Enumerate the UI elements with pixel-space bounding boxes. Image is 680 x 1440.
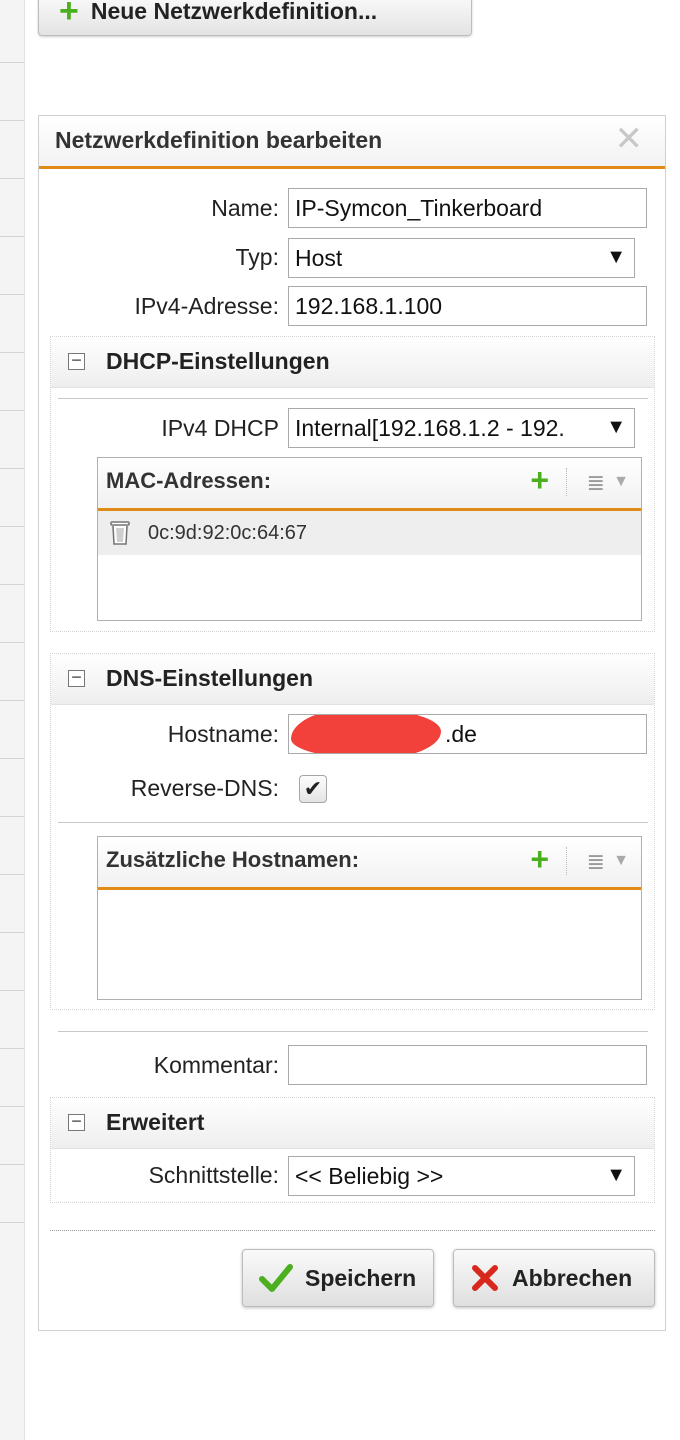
mac-addresses-title: MAC-Adressen: (106, 468, 272, 493)
reverse-dns-label: Reverse-DNS: (130, 775, 279, 801)
ipv4-dhcp-label: IPv4 DHCP (161, 415, 279, 441)
checkmark-icon: ✔ (303, 776, 323, 801)
dns-settings-header[interactable]: − DNS-Einstellungen (51, 654, 654, 705)
collapse-icon[interactable]: − (68, 1112, 85, 1131)
comment-input[interactable] (288, 1045, 647, 1085)
footer-divider (50, 1230, 655, 1231)
divider (58, 1031, 648, 1032)
dropdown-arrow-icon: ▼ (602, 416, 626, 439)
interface-select-value: << Beliebig >> (295, 1162, 444, 1189)
ipv4-address-input[interactable]: 192.168.1.100 (288, 286, 647, 326)
additional-hostnames-grid-header: Zusätzliche Hostnamen: + ≣ ▼ (98, 837, 641, 890)
additional-hostnames-title: Zusätzliche Hostnamen: (106, 847, 360, 872)
interface-select[interactable]: << Beliebig >> ▼ (288, 1156, 635, 1196)
type-label: Typ: (235, 244, 279, 270)
hostname-value: .de (445, 720, 477, 747)
dropdown-arrow-icon: ▼ (606, 1164, 626, 1186)
collapse-icon[interactable]: − (68, 351, 85, 370)
chevron-down-icon[interactable]: ▼ (613, 852, 629, 870)
background-list-gutter (0, 0, 25, 1440)
cancel-button[interactable]: Abbrechen (453, 1249, 655, 1307)
chevron-down-icon[interactable]: ▼ (613, 473, 629, 491)
redaction-mark (291, 715, 441, 753)
dialog-title: Netzwerkdefinition bearbeiten (55, 127, 383, 153)
mac-addresses-grid-header: MAC-Adressen: + ≣ ▼ (98, 458, 641, 511)
ipv4-address-label: IPv4-Adresse: (134, 293, 279, 319)
interface-label: Schnittstelle: (148, 1162, 279, 1188)
plus-icon: + (59, 0, 79, 30)
dhcp-settings-header[interactable]: − DHCP-Einstellungen (51, 337, 654, 388)
checkmark-icon (259, 1263, 293, 1293)
advanced-header[interactable]: − Erweitert (51, 1098, 654, 1149)
name-input[interactable]: IP-Symcon_Tinkerboard (288, 188, 647, 228)
new-network-definition-label: Neue Netzwerkdefinition... (90, 0, 378, 24)
type-select[interactable]: Host ▼ (288, 238, 635, 278)
reverse-dns-checkbox[interactable]: ✔ (299, 775, 327, 803)
hostname-input[interactable]: .de (288, 714, 647, 754)
name-label: Name: (211, 195, 279, 221)
dialog-header: Netzwerkdefinition bearbeiten ✕ (39, 116, 665, 169)
save-button[interactable]: Speichern (242, 1249, 434, 1307)
list-item[interactable]: 0c:9d:92:0c:64:67 (98, 511, 641, 555)
divider (58, 398, 648, 399)
ipv4-dhcp-select[interactable]: Internal[192.168.1.2 - 192. ▼ (288, 408, 635, 448)
trash-icon[interactable] (110, 520, 130, 546)
divider (58, 822, 648, 823)
close-icon (470, 1263, 500, 1293)
list-menu-icon[interactable]: ≣ (587, 470, 605, 496)
hostname-label: Hostname: (167, 721, 279, 747)
toolbar-separator (566, 847, 567, 875)
add-icon[interactable]: + (530, 462, 549, 499)
new-network-definition-button[interactable]: + Neue Netzwerkdefinition... (38, 0, 472, 36)
ipv4-dhcp-select-value: Internal[192.168.1.2 - 192. (295, 414, 565, 441)
type-select-value: Host (295, 244, 343, 271)
advanced-title: Erweitert (106, 1109, 205, 1135)
dns-settings-title: DNS-Einstellungen (106, 665, 314, 691)
collapse-icon[interactable]: − (68, 668, 85, 687)
add-icon[interactable]: + (530, 841, 549, 878)
list-menu-icon[interactable]: ≣ (587, 849, 605, 875)
save-label: Speichern (305, 1264, 417, 1291)
dropdown-arrow-icon: ▼ (606, 246, 626, 268)
comment-label: Kommentar: (153, 1052, 279, 1078)
dhcp-settings-title: DHCP-Einstellungen (106, 348, 330, 374)
mac-address-value: 0c:9d:92:0c:64:67 (148, 521, 308, 544)
additional-hostnames-grid: Zusätzliche Hostnamen: + ≣ ▼ (97, 836, 642, 1000)
cancel-label: Abbrechen (512, 1264, 633, 1291)
mac-addresses-grid: MAC-Adressen: + ≣ ▼ 0c:9d:92:0c:64:67 (97, 457, 642, 621)
close-icon[interactable]: ✕ (615, 122, 644, 156)
toolbar-separator (566, 468, 567, 496)
